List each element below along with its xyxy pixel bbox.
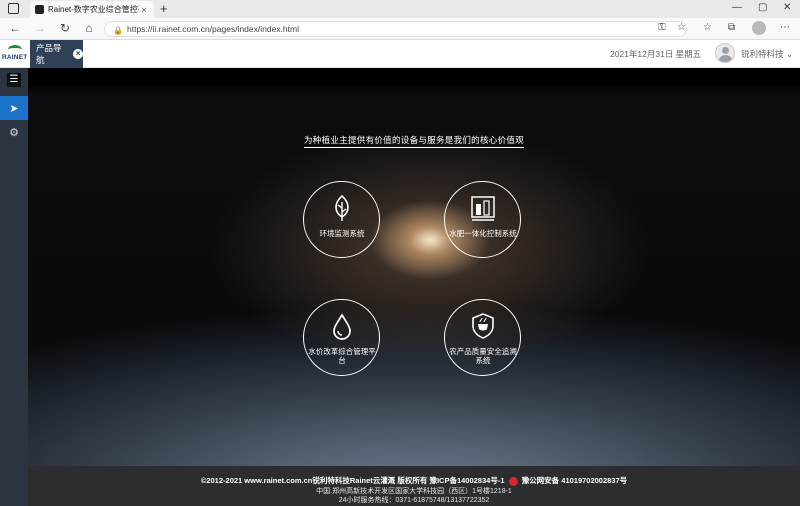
more-options-icon[interactable]: ⋯ <box>780 22 790 33</box>
police-badge-icon <box>508 476 518 486</box>
close-window-button[interactable]: ✕ <box>783 2 791 13</box>
lock-icon[interactable]: 🔒 <box>113 24 123 38</box>
tab-favicon-icon <box>35 5 44 14</box>
address-bar[interactable]: 🔒 https://ii.rainet.com.cn/pages/index/i… <box>104 21 687 37</box>
collections-icon[interactable]: ⧉ <box>728 22 735 33</box>
footer-copyright-line: ©2012-2021 www.rainet.com.cn锐利特科技Rainet云… <box>28 475 800 486</box>
system-water-price-reform[interactable]: 水价改革综合管理平台 <box>303 299 380 376</box>
close-icon[interactable]: × <box>73 49 83 59</box>
leaf-icon <box>335 194 349 221</box>
key-icon[interactable]: ⚿ <box>658 22 666 33</box>
user-menu[interactable]: 锐利特科技 ⌄ <box>741 48 793 60</box>
user-avatar[interactable] <box>715 43 735 63</box>
browser-tab[interactable]: Rainet-数字农业综合管控平台 × <box>30 1 154 18</box>
tab-title: Rainet-数字农业综合管控平台 <box>48 5 139 14</box>
user-name: 锐利特科技 <box>741 49 784 59</box>
sidebar-item-settings[interactable]: ⚙ <box>0 120 28 144</box>
irrigation-icon <box>471 196 495 221</box>
footer-hotline: 24小时服务热线：0371-61875748/13137722352 <box>338 497 490 504</box>
shield-cup-icon <box>472 313 494 339</box>
chevron-down-icon: ⌄ <box>785 49 794 59</box>
refresh-icon[interactable]: ↻ <box>58 21 72 35</box>
system-label: 水价改革综合管理平台 <box>308 347 376 365</box>
home-icon[interactable]: ⌂ <box>82 21 96 35</box>
footer: ©2012-2021 www.rainet.com.cn锐利特科技Rainet云… <box>28 466 800 506</box>
system-fertigation-control[interactable]: 水肥一体化控制系统 <box>444 181 521 258</box>
tab-product-navigation[interactable]: 产品导航 × <box>30 40 83 68</box>
product-tab-label: 产品导航 <box>36 43 62 65</box>
footer-copyright[interactable]: ©2012-2021 www.rainet.com.cn锐利特科技Rainet云… <box>201 476 505 485</box>
main-stage: 为种植业主提供有价值的设备与服务是我们的核心价值观 环境监测系统 水肥一体化控制… <box>28 68 800 466</box>
window-menu-icon[interactable] <box>8 3 19 14</box>
current-date: 2021年12月31日 星期五 <box>610 49 702 59</box>
forward-icon[interactable]: → <box>33 21 47 35</box>
browser-profile-avatar[interactable] <box>752 21 766 35</box>
system-label: 环境监测系统 <box>319 229 365 238</box>
app-header: RAINET 产品导航 × 2021年12月31日 星期五 锐利特科技 ⌄ <box>0 40 800 68</box>
browser-tabstrip: Rainet-数字农业综合管控平台 × + — ▢ ✕ <box>0 0 800 18</box>
favorite-star-icon[interactable]: ☆ <box>677 22 686 33</box>
system-label: 水肥一体化控制系统 <box>449 229 517 238</box>
page-headline: 为种植业主提供有价值的设备与服务是我们的核心价值观 <box>303 135 524 148</box>
sidebar-item-navigation[interactable]: ➤ <box>0 96 28 120</box>
sidebar: ☰ ➤ ⚙ <box>0 68 28 506</box>
system-label: 农产品质量安全追溯系统 <box>449 347 517 365</box>
minimize-button[interactable]: — <box>732 2 742 13</box>
rainet-logo: RAINET <box>2 45 28 63</box>
sidebar-toggle-button[interactable]: ☰ <box>0 68 28 92</box>
favorites-icon[interactable]: ☆ <box>703 22 712 33</box>
logo-arc-icon <box>8 45 22 54</box>
browser-toolbar: ← → ↻ ⌂ 🔒 https://ii.rainet.com.cn/pages… <box>0 18 800 40</box>
back-icon[interactable]: ← <box>8 21 22 35</box>
maximize-button[interactable]: ▢ <box>758 2 767 13</box>
system-environment-monitoring[interactable]: 环境监测系统 <box>303 181 380 258</box>
water-drop-icon <box>333 313 351 340</box>
send-icon: ➤ <box>9 102 19 115</box>
footer-police-record[interactable]: 豫公网安备 41019702002837号 <box>522 476 627 485</box>
system-product-traceability[interactable]: 农产品质量安全追溯系统 <box>444 299 521 376</box>
gear-icon: ⚙ <box>9 126 19 139</box>
new-tab-button[interactable]: + <box>160 1 168 16</box>
tab-close-icon[interactable]: × <box>139 5 149 15</box>
menu-icon: ☰ <box>7 73 21 87</box>
logo-text: RAINET <box>2 54 28 61</box>
page-headline-wrapper: 为种植业主提供有价值的设备与服务是我们的核心价值观 <box>28 130 800 148</box>
url-text: https://ii.rainet.com.cn/pages/index/ind… <box>127 24 299 34</box>
